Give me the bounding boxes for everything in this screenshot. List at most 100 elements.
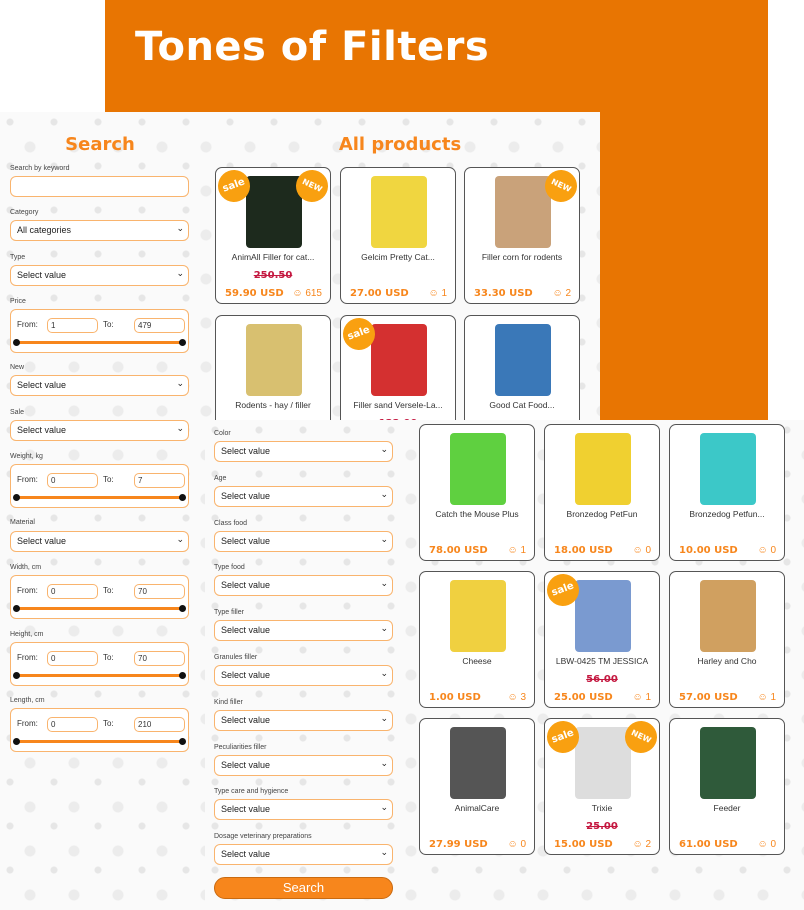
reviews-count: ☺ 1 (507, 545, 526, 556)
product-name[interactable]: Gelcim Pretty Cat... (345, 252, 451, 262)
product-name[interactable]: LBW-0425 TM JESSICA (549, 656, 655, 666)
sale-select[interactable]: Select value (10, 419, 189, 441)
product-name[interactable]: Harley and Cho (674, 656, 780, 666)
length-min-handle[interactable] (13, 738, 20, 745)
product-card[interactable]: Filler sand Versele-La...122.00sale (340, 315, 456, 420)
width-max-handle[interactable] (179, 605, 186, 612)
product-image[interactable] (700, 580, 756, 652)
filter-select[interactable]: Select value (214, 664, 393, 686)
reviews-count: ☺ 2 (552, 288, 571, 299)
product-price: 57.00 USD (679, 692, 738, 703)
product-card[interactable]: Harley and Cho 57.00 USD ☺ 1 (669, 571, 785, 708)
product-name[interactable]: Rodents - hay / filler (220, 400, 326, 410)
weight-from-input[interactable]: 0 (47, 473, 98, 488)
product-name[interactable]: Catch the Mouse Plus (424, 509, 530, 519)
user-icon: ☺ (632, 545, 643, 556)
product-name[interactable]: Filler sand Versele-La... (345, 400, 451, 410)
product-card[interactable]: Cheese 1.00 USD ☺ 3 (419, 571, 535, 708)
width-to-input[interactable]: 70 (134, 584, 185, 599)
height-slider-track[interactable] (16, 674, 183, 677)
product-name[interactable]: Trixie (549, 803, 655, 813)
from-label: From: (17, 475, 38, 484)
product-image[interactable] (495, 324, 551, 396)
reviews-count: ☺ 0 (757, 545, 776, 556)
weight-slider-track[interactable] (16, 496, 183, 499)
product-image[interactable] (495, 176, 551, 248)
product-card[interactable]: Good Cat Food... (464, 315, 580, 420)
product-image[interactable] (700, 727, 756, 799)
product-card[interactable]: Trixie 25.00 15.00 USD ☺ 2 sale NEW (544, 718, 660, 855)
from-label: From: (17, 653, 38, 662)
filter-select[interactable]: Select value (214, 843, 393, 866)
search-button[interactable]: Search (214, 877, 393, 899)
length-to-input[interactable]: 210 (134, 717, 185, 732)
product-image[interactable] (575, 433, 631, 505)
length-max-handle[interactable] (179, 738, 186, 745)
product-card[interactable]: Rodents - hay / filler (215, 315, 331, 420)
length-slider-track[interactable] (16, 740, 183, 743)
product-card[interactable]: Bronzedog PetFun 18.00 USD ☺ 0 (544, 424, 660, 561)
product-name[interactable]: AnimAll Filler for cat... (220, 252, 326, 262)
length-from-input[interactable]: 0 (47, 717, 98, 732)
product-image[interactable] (450, 727, 506, 799)
height-to-input[interactable]: 70 (134, 651, 185, 666)
product-name[interactable]: Cheese (424, 656, 530, 666)
material-label: Material (10, 519, 35, 526)
product-card[interactable]: Feeder 61.00 USD ☺ 0 (669, 718, 785, 855)
width-from-input[interactable]: 0 (47, 584, 98, 599)
height-max-handle[interactable] (179, 672, 186, 679)
filter-select[interactable]: Select value (214, 574, 393, 597)
user-icon: ☺ (632, 692, 643, 703)
product-image[interactable] (246, 324, 302, 396)
product-name[interactable]: Bronzedog PetFun (549, 509, 655, 519)
product-image[interactable] (575, 727, 631, 799)
old-price: 25.00 (586, 821, 618, 832)
product-price: 10.00 USD (679, 545, 738, 556)
weight-to-input[interactable]: 7 (134, 473, 185, 488)
product-card[interactable]: AnimAll Filler for cat... 250.50 59.90 USD… (215, 167, 331, 304)
filter-select[interactable]: Select value (214, 530, 393, 552)
product-card[interactable]: AnimalCare 27.99 USD ☺ 0 (419, 718, 535, 855)
height-label: Height, cm (10, 631, 44, 638)
product-name[interactable]: AnimalCare (424, 803, 530, 813)
reviews-count: ☺ 0 (507, 839, 526, 850)
product-card[interactable]: Gelcim Pretty Cat... 27.00 USD ☺ 1 (340, 167, 456, 304)
weight-min-handle[interactable] (13, 494, 20, 501)
product-image[interactable] (371, 176, 427, 248)
filter-select[interactable]: Select value (214, 440, 393, 462)
weight-max-handle[interactable] (179, 494, 186, 501)
product-image[interactable] (246, 176, 302, 248)
product-image[interactable] (575, 580, 631, 652)
product-name[interactable]: Filler corn for rodents (469, 252, 575, 262)
filter-select[interactable]: Select value (214, 754, 393, 776)
user-icon: ☺ (757, 692, 768, 703)
product-image[interactable] (700, 433, 756, 505)
reviews-count: ☺ 0 (757, 839, 776, 850)
height-min-handle[interactable] (13, 672, 20, 679)
filter-select[interactable]: Select value (214, 619, 393, 642)
user-icon: ☺ (292, 288, 303, 299)
width-slider-track[interactable] (16, 607, 183, 610)
product-image[interactable] (371, 324, 427, 396)
product-card[interactable]: LBW-0425 TM JESSICA 56.00 25.00 USD ☺ 1 sale (544, 571, 660, 708)
width-min-handle[interactable] (13, 605, 20, 612)
reviews-count: ☺ 615 (292, 288, 322, 299)
filter-label: Color (214, 430, 231, 437)
product-card[interactable]: Filler corn for rodents 33.30 USD ☺ 2 NEW (464, 167, 580, 304)
filter-label: Granules filler (214, 654, 258, 661)
product-name[interactable]: Good Cat Food... (469, 400, 575, 410)
material-select[interactable]: Select value (10, 530, 189, 552)
user-icon: ☺ (507, 692, 518, 703)
product-image[interactable] (450, 580, 506, 652)
filter-select[interactable]: Select value (214, 709, 393, 731)
reviews-value: 0 (770, 545, 776, 556)
product-card[interactable]: Catch the Mouse Plus 78.00 USD ☺ 1 (419, 424, 535, 561)
product-card[interactable]: Bronzedog Petfun... 10.00 USD ☺ 0 (669, 424, 785, 561)
product-image[interactable] (450, 433, 506, 505)
height-from-input[interactable]: 0 (47, 651, 98, 666)
user-icon: ☺ (507, 545, 518, 556)
filter-select[interactable]: Select value (214, 798, 393, 821)
product-name[interactable]: Bronzedog Petfun... (674, 509, 780, 519)
filter-select[interactable]: Select value (214, 485, 393, 507)
product-name[interactable]: Feeder (674, 803, 780, 813)
